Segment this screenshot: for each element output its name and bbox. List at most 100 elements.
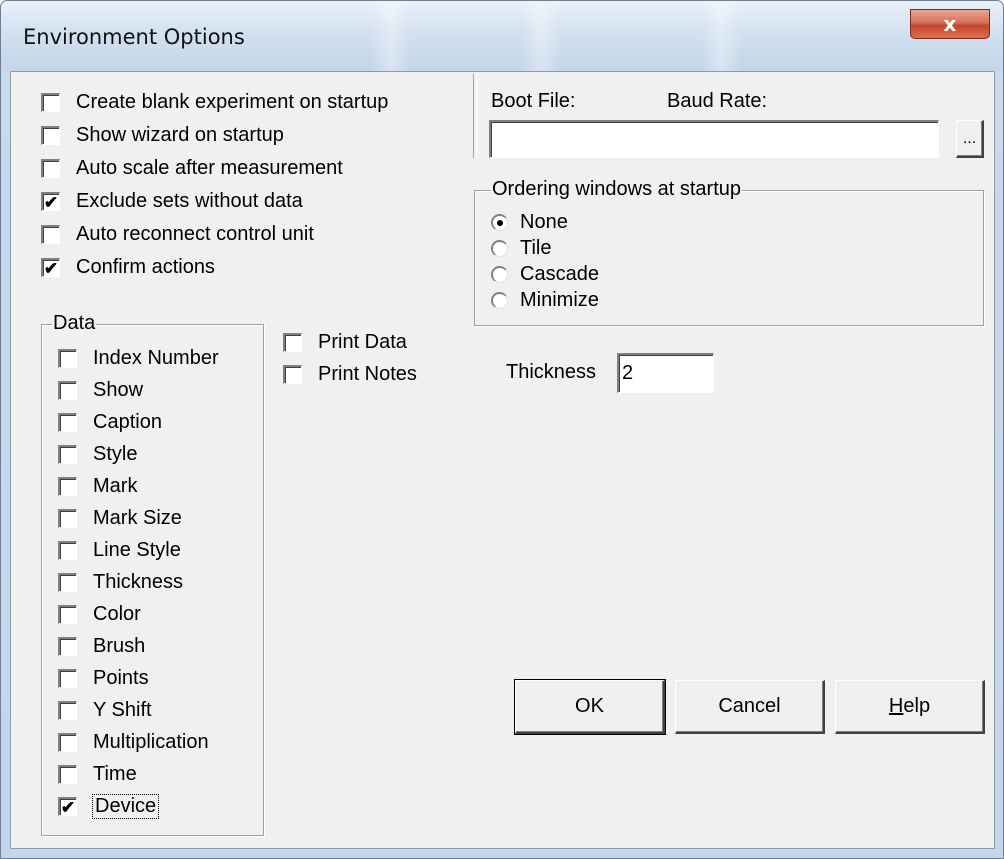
data-item-index-number[interactable]: Index Number xyxy=(58,346,219,370)
option-auto-scale-after-measurement[interactable]: Auto scale after measurement xyxy=(41,156,343,180)
radio-unselected[interactable] xyxy=(491,265,508,283)
browse-button[interactable]: ... xyxy=(956,120,984,158)
checkbox-label: Points xyxy=(93,666,149,689)
data-item-mark-size[interactable]: Mark Size xyxy=(58,506,182,530)
dialog-client-area: Create blank experiment on startup Show w… xyxy=(10,71,995,849)
radio-unselected[interactable] xyxy=(491,291,508,309)
checkbox-label: Auto reconnect control unit xyxy=(76,222,314,245)
checkbox-unchecked[interactable] xyxy=(58,540,77,560)
checkbox-unchecked[interactable] xyxy=(41,158,60,178)
checkbox-label: Line Style xyxy=(93,538,181,561)
window-title: Environment Options xyxy=(23,25,245,49)
print-print-data[interactable]: Print Data xyxy=(283,330,407,354)
radio-none[interactable]: None xyxy=(491,210,568,234)
checkbox-label: Create blank experiment on startup xyxy=(76,90,389,113)
divider xyxy=(473,74,477,158)
checkbox-unchecked[interactable] xyxy=(41,92,60,112)
checkbox-unchecked[interactable] xyxy=(58,380,77,400)
data-group-label: Data xyxy=(52,312,97,335)
print-print-notes[interactable]: Print Notes xyxy=(283,362,417,386)
checkbox-unchecked[interactable] xyxy=(58,508,77,528)
checkbox-unchecked[interactable] xyxy=(58,668,77,688)
data-item-line-style[interactable]: Line Style xyxy=(58,538,181,562)
checkbox-label: Y Shift xyxy=(93,698,152,721)
checkbox-label: Device xyxy=(91,793,160,819)
checkbox-label: Index Number xyxy=(93,346,219,369)
checkbox-label: Thickness xyxy=(93,570,184,593)
radio-label: Minimize xyxy=(520,288,599,311)
radio-label: Tile xyxy=(520,236,552,259)
checkbox-label: Show wizard on startup xyxy=(76,123,284,146)
checkbox-checked[interactable]: ✔ xyxy=(41,257,60,277)
ordering-group-label: Ordering windows at startup xyxy=(491,178,743,201)
checkbox-label: Time xyxy=(93,762,137,785)
ordering-windows-group: Ordering windows at startup None Tile Casc… xyxy=(474,178,984,326)
checkbox-unchecked[interactable] xyxy=(58,604,77,624)
checkbox-unchecked[interactable] xyxy=(58,348,77,368)
ok-button[interactable]: OK xyxy=(514,679,666,735)
checkbox-label: Confirm actions xyxy=(76,255,215,278)
checkbox-unchecked[interactable] xyxy=(58,476,77,496)
checkbox-label: Style xyxy=(93,442,138,465)
checkbox-unchecked[interactable] xyxy=(58,636,77,656)
data-item-show[interactable]: Show xyxy=(58,378,143,402)
thickness-input[interactable]: 2 xyxy=(617,353,714,393)
thickness-label: Thickness xyxy=(506,361,597,383)
checkbox-unchecked[interactable] xyxy=(41,125,60,145)
data-item-mark[interactable]: Mark xyxy=(58,474,137,498)
checkbox-unchecked[interactable] xyxy=(58,732,77,752)
cancel-button[interactable]: Cancel xyxy=(675,680,825,734)
checkbox-label: Caption xyxy=(93,410,162,433)
data-item-device[interactable]: ✔ Device xyxy=(58,793,160,819)
data-item-time[interactable]: Time xyxy=(58,762,137,786)
help-button[interactable]: Help xyxy=(835,680,985,734)
option-show-wizard-on-startup[interactable]: Show wizard on startup xyxy=(41,123,284,147)
option-exclude-sets-without-data[interactable]: ✔ Exclude sets without data xyxy=(41,189,303,213)
checkbox-unchecked[interactable] xyxy=(58,444,77,464)
checkbox-checked[interactable]: ✔ xyxy=(41,191,60,211)
help-label-rest: elp xyxy=(903,695,931,717)
baud-rate-label: Baud Rate: xyxy=(667,90,768,112)
data-group: Data Index Number Show Caption Style Mark Mar… xyxy=(41,312,264,836)
checkbox-unchecked[interactable] xyxy=(41,224,60,244)
checkbox-checked[interactable]: ✔ xyxy=(58,796,77,816)
data-item-brush[interactable]: Brush xyxy=(58,634,145,658)
radio-cascade[interactable]: Cascade xyxy=(491,262,599,286)
checkbox-unchecked[interactable] xyxy=(58,572,77,592)
data-item-style[interactable]: Style xyxy=(58,442,137,466)
radio-label: None xyxy=(520,210,568,233)
radio-tile[interactable]: Tile xyxy=(491,236,551,260)
radio-label: Cascade xyxy=(520,262,599,285)
boot-file-label: Boot File: xyxy=(491,90,576,112)
data-item-y-shift[interactable]: Y Shift xyxy=(58,698,152,722)
title-bar[interactable]: Environment Options x xyxy=(1,1,1003,71)
checkbox-label: Exclude sets without data xyxy=(76,189,303,212)
data-item-color[interactable]: Color xyxy=(58,602,141,626)
checkbox-label: Show xyxy=(93,378,144,401)
close-button[interactable]: x xyxy=(910,9,990,39)
checkbox-unchecked[interactable] xyxy=(58,412,77,432)
checkbox-unchecked[interactable] xyxy=(58,700,77,720)
checkbox-label: Print Notes xyxy=(318,362,417,385)
option-confirm-actions[interactable]: ✔ Confirm actions xyxy=(41,255,215,279)
close-icon: x xyxy=(943,12,957,36)
checkbox-unchecked[interactable] xyxy=(283,364,302,384)
checkbox-label: Multiplication xyxy=(93,730,209,753)
boot-file-input[interactable] xyxy=(489,120,939,158)
checkbox-label: Brush xyxy=(93,634,146,657)
radio-selected[interactable] xyxy=(491,213,508,231)
checkbox-label: Color xyxy=(93,602,141,625)
checkbox-unchecked[interactable] xyxy=(283,332,302,352)
checkbox-label: Mark xyxy=(93,474,138,497)
option-create-blank-experiment-on-startup[interactable]: Create blank experiment on startup xyxy=(41,90,388,114)
data-item-points[interactable]: Points xyxy=(58,666,149,690)
environment-options-dialog: Environment Options x Create blank exper… xyxy=(0,0,1004,859)
data-item-multiplication[interactable]: Multiplication xyxy=(58,730,209,754)
checkbox-label: Auto scale after measurement xyxy=(76,156,343,179)
radio-unselected[interactable] xyxy=(491,239,508,257)
checkbox-unchecked[interactable] xyxy=(58,764,77,784)
data-item-thickness[interactable]: Thickness xyxy=(58,570,183,594)
data-item-caption[interactable]: Caption xyxy=(58,410,162,434)
radio-minimize[interactable]: Minimize xyxy=(491,288,599,312)
option-auto-reconnect-control-unit[interactable]: Auto reconnect control unit xyxy=(41,222,314,246)
